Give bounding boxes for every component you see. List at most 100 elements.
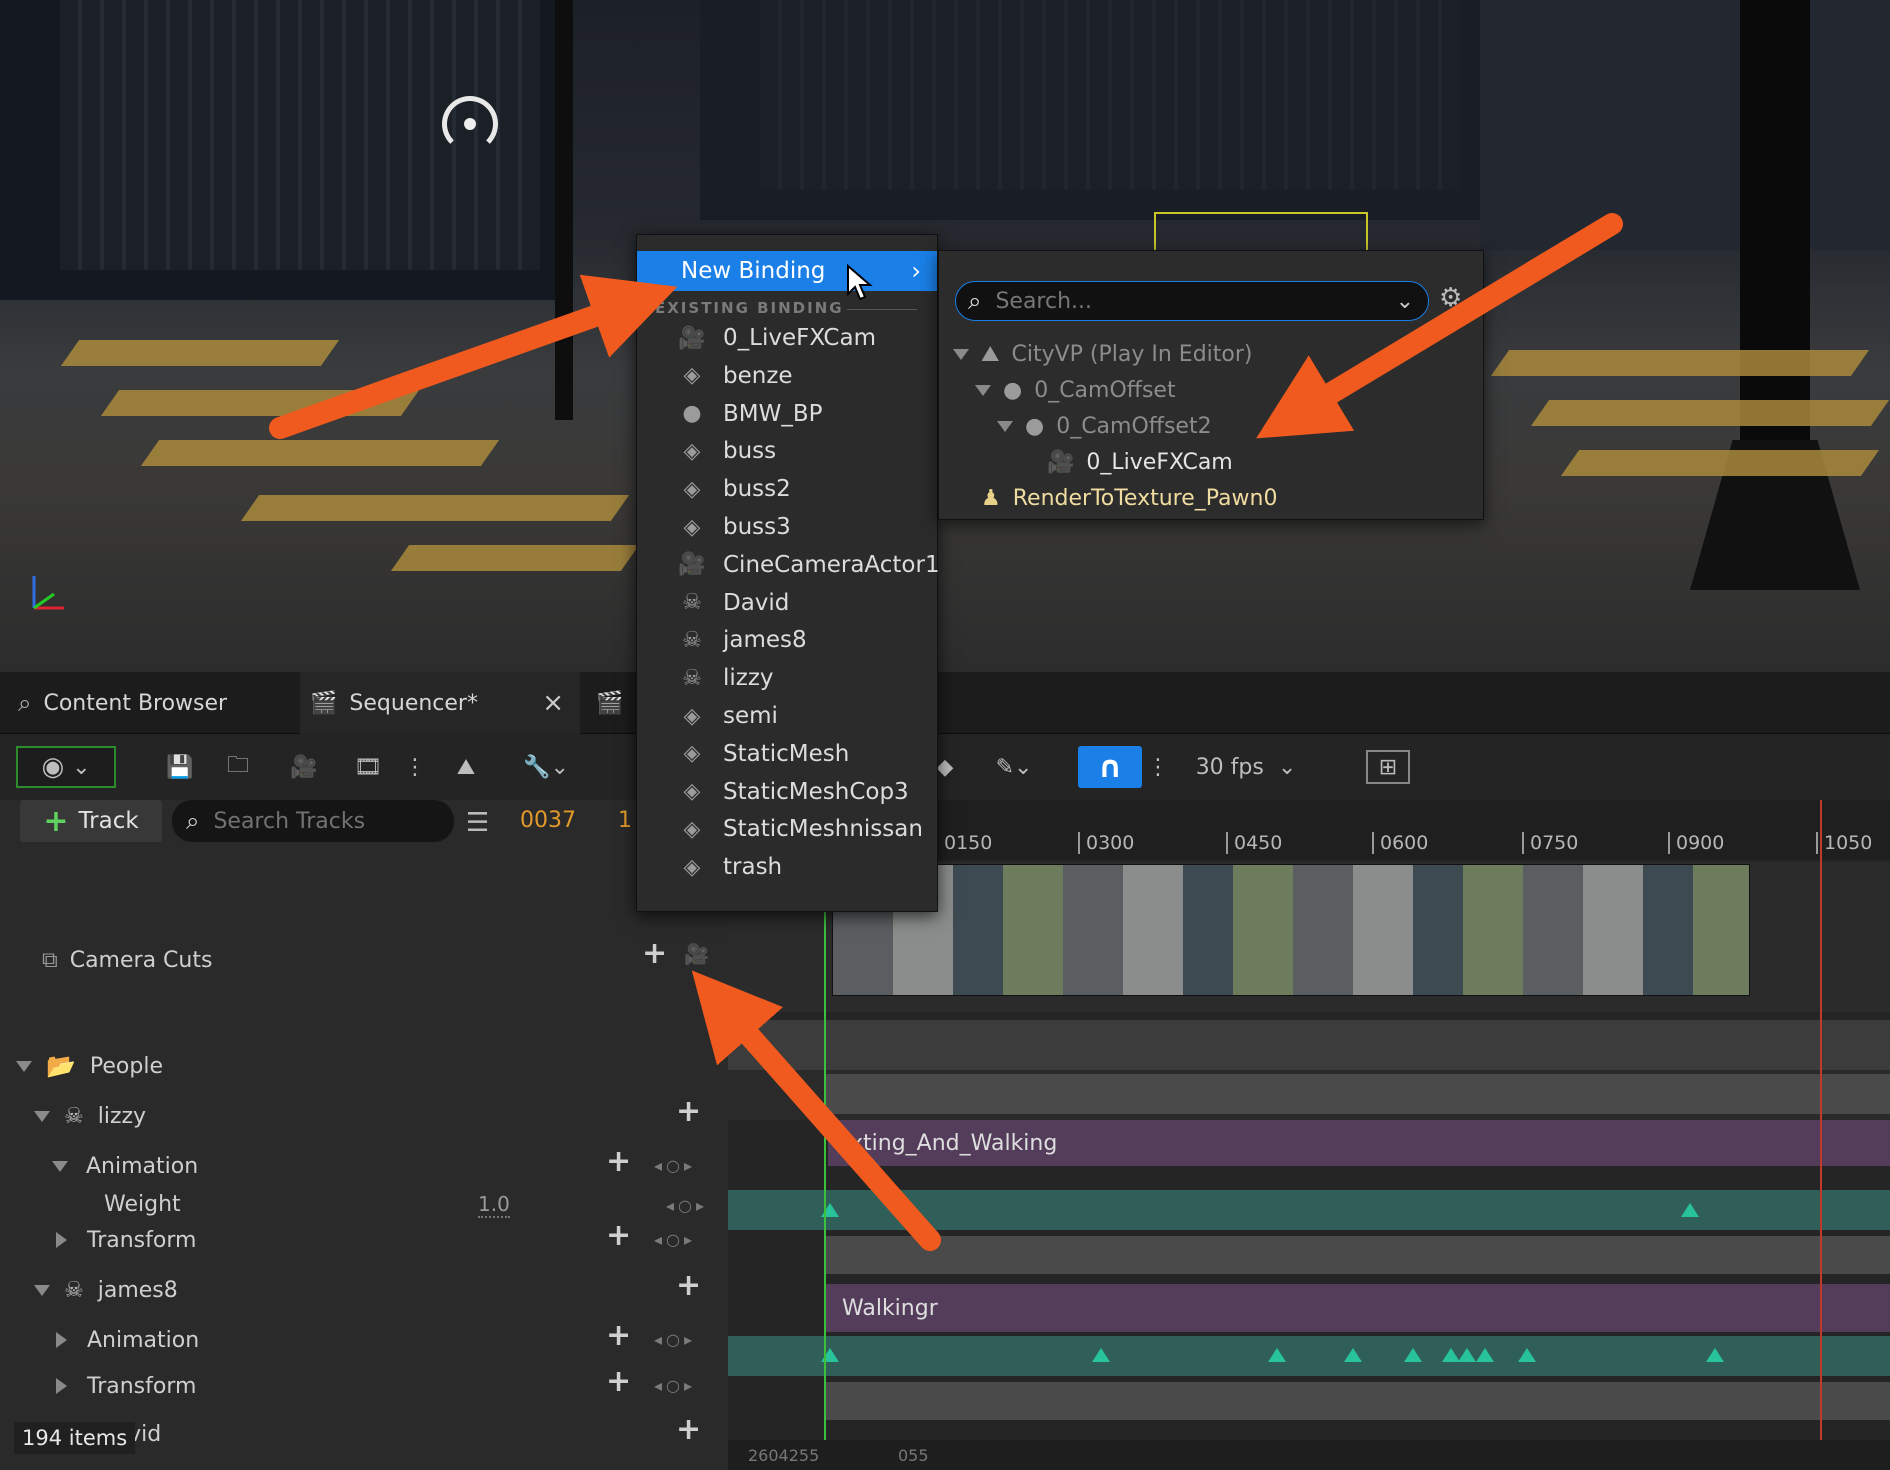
collapse-icon[interactable] <box>34 1110 50 1122</box>
binding-item-0_livefxcam[interactable]: 🎥 0_LiveFXCam <box>678 319 876 357</box>
more-options-icon[interactable]: ⋮ <box>400 746 430 788</box>
collapse-icon[interactable] <box>16 1060 32 1072</box>
keyframe-marker[interactable] <box>1681 1203 1699 1217</box>
world-selector-button[interactable]: ◉ ⌄ <box>16 746 116 788</box>
actor-row-james8[interactable]: ☠ james8 <box>0 1270 728 1310</box>
key-navigation[interactable]: ◂○▸ <box>654 1156 696 1175</box>
collapse-icon[interactable] <box>52 1160 68 1172</box>
binding-item-cinecameraactor1[interactable]: 🎥 CineCameraActor1 <box>678 546 939 584</box>
binding-item-david[interactable]: ☠ David <box>679 584 789 622</box>
fps-dropdown[interactable]: 30 fps ⌄ <box>1186 746 1306 788</box>
keyframe-marker[interactable] <box>1404 1348 1422 1362</box>
find-asset-icon[interactable]: 🗀 <box>216 746 260 788</box>
save-icon[interactable]: 💾 <box>160 746 200 788</box>
anim-section-james8[interactable]: Walkingr <box>824 1284 1890 1332</box>
key-navigation[interactable]: ◂○▸ <box>654 1230 696 1249</box>
add-transform-button[interactable]: + <box>606 1218 631 1253</box>
collapse-icon[interactable] <box>953 348 969 360</box>
keyframe-marker[interactable] <box>1092 1348 1110 1362</box>
transform-lane-lizzy[interactable] <box>728 1190 1890 1230</box>
actions-icon[interactable]: ⛰ <box>444 746 488 788</box>
actor-tree-item[interactable]: ⛰ CityVP (Play In Editor) <box>953 337 1253 371</box>
binding-item-james8[interactable]: ☠ james8 <box>679 621 807 659</box>
new-binding-item[interactable]: New Binding › <box>637 251 937 291</box>
collapse-icon[interactable] <box>997 420 1013 432</box>
folder-people-row[interactable]: 📂 People <box>0 1046 728 1086</box>
snap-options-icon[interactable]: ⋮ <box>1146 746 1170 788</box>
binding-item-label: BMW_BP <box>723 400 823 427</box>
actor-tree-item[interactable]: ♟ RenderToTexture_Pawn0 <box>953 481 1277 515</box>
binding-item-label: buss3 <box>723 514 791 540</box>
binding-item-staticmeshnissan[interactable]: ◈ StaticMeshnissan <box>679 810 923 848</box>
add-transform-button[interactable]: + <box>606 1364 631 1399</box>
actor-row-lizzy[interactable]: ☠ lizzy <box>0 1096 728 1136</box>
wrench-icon[interactable]: 🔧⌄ <box>516 746 576 788</box>
keyframe-marker[interactable] <box>1344 1348 1362 1362</box>
playhead[interactable] <box>824 862 826 1442</box>
camera-cuts-row[interactable]: ⧉ Camera Cuts <box>0 930 728 990</box>
binding-item-buss2[interactable]: ◈ buss2 <box>679 470 791 508</box>
camera-icon[interactable]: 🎥 <box>684 942 709 966</box>
tab-close-icon[interactable]: × <box>542 688 564 718</box>
actor-tree-item[interactable]: ● 0_CamOffset2 <box>997 409 1212 443</box>
time-tick: 0150 <box>936 832 992 854</box>
binding-item-staticmesh[interactable]: ◈ StaticMesh <box>679 735 850 773</box>
curve-editor-icon[interactable]: ⊞ <box>1366 750 1410 784</box>
add-animation-button[interactable]: + <box>606 1318 631 1353</box>
end-frame[interactable]: 1 <box>618 808 632 833</box>
binding-item-staticmeshcop3[interactable]: ◈ StaticMeshCop3 <box>679 773 909 811</box>
end-marker[interactable] <box>1820 800 1822 1442</box>
keyframe-marker[interactable] <box>1518 1348 1536 1362</box>
actor-tree-item[interactable]: 🎥 0_LiveFXCam <box>1019 445 1233 479</box>
key-navigation[interactable]: ◂○▸ <box>666 1196 708 1215</box>
collapse-icon[interactable] <box>34 1284 50 1296</box>
keyframe-marker[interactable] <box>1476 1348 1494 1362</box>
binding-item-benze[interactable]: ◈ benze <box>679 357 793 395</box>
add-animation-button[interactable]: + <box>606 1144 631 1179</box>
edit-icon[interactable]: ✎⌄ <box>984 746 1044 788</box>
clapper-icon[interactable]: 🎬 <box>596 672 636 734</box>
render-movie-icon[interactable]: 🎞 <box>346 746 390 788</box>
gear-icon[interactable]: ⚙ <box>1439 283 1462 313</box>
binding-item-trash[interactable]: ◈ trash <box>679 848 783 886</box>
actor-bar-james8[interactable] <box>824 1236 1890 1274</box>
keyframe-marker[interactable] <box>1706 1348 1724 1362</box>
key-navigation[interactable]: ◂○▸ <box>654 1330 696 1349</box>
key-navigation[interactable]: ◂○▸ <box>654 1376 696 1395</box>
search-tracks-input[interactable]: ⌕ Search Tracks <box>172 800 454 842</box>
binding-item-lizzy[interactable]: ☠ lizzy <box>679 659 773 697</box>
skeletal-icon: ☠ <box>64 1103 84 1129</box>
weight-value-input[interactable]: 1.0 <box>478 1192 510 1218</box>
anim-clip-label: Walkingr <box>842 1295 938 1321</box>
keyframe-marker[interactable] <box>1458 1348 1476 1362</box>
binding-item-buss[interactable]: ◈ buss <box>679 432 777 470</box>
filter-icon[interactable]: ☰ <box>466 808 489 838</box>
actor-icon: ◈ <box>683 438 701 464</box>
add-camera-cut-button[interactable]: + <box>642 936 667 971</box>
collapse-icon[interactable] <box>975 384 991 396</box>
add-track-lizzy-button[interactable]: + <box>676 1094 701 1129</box>
add-track-button[interactable]: + Track <box>20 800 162 842</box>
binding-item-buss3[interactable]: ◈ buss3 <box>679 508 791 546</box>
binding-item-semi[interactable]: ◈ semi <box>679 697 778 735</box>
snap-magnet-button[interactable]: ∩ <box>1078 746 1142 788</box>
expand-icon[interactable] <box>56 1332 67 1348</box>
camera-cut-section[interactable] <box>832 864 1750 996</box>
tab-sequencer[interactable]: 🎬 Sequencer* × <box>300 672 580 734</box>
add-track-david-button[interactable]: + <box>676 1412 701 1447</box>
expand-icon[interactable] <box>56 1232 67 1248</box>
plus-icon: + <box>43 803 69 839</box>
current-frame[interactable]: 0037 <box>520 808 576 833</box>
actor-bar-david[interactable] <box>824 1382 1890 1420</box>
actor-tree-label: RenderToTexture_Pawn0 <box>1012 485 1278 511</box>
keyframe-marker[interactable] <box>1268 1348 1286 1362</box>
camera-icon[interactable]: 🎥 <box>282 746 326 788</box>
add-track-james8-button[interactable]: + <box>676 1268 701 1303</box>
expand-icon[interactable] <box>56 1378 67 1394</box>
actor-tree-item[interactable]: ● 0_CamOffset <box>975 373 1176 407</box>
tab-content-browser[interactable]: ⌕ Content Browser <box>14 672 294 734</box>
actor-search-input[interactable]: ⌕ Search... ⌄ <box>955 281 1429 321</box>
binding-item-bmw_bp[interactable]: ● BMW_BP <box>679 395 823 433</box>
anim-section-lizzy[interactable]: xting_And_Walking <box>828 1120 1890 1166</box>
actor-bar-lizzy[interactable] <box>824 1074 1890 1114</box>
